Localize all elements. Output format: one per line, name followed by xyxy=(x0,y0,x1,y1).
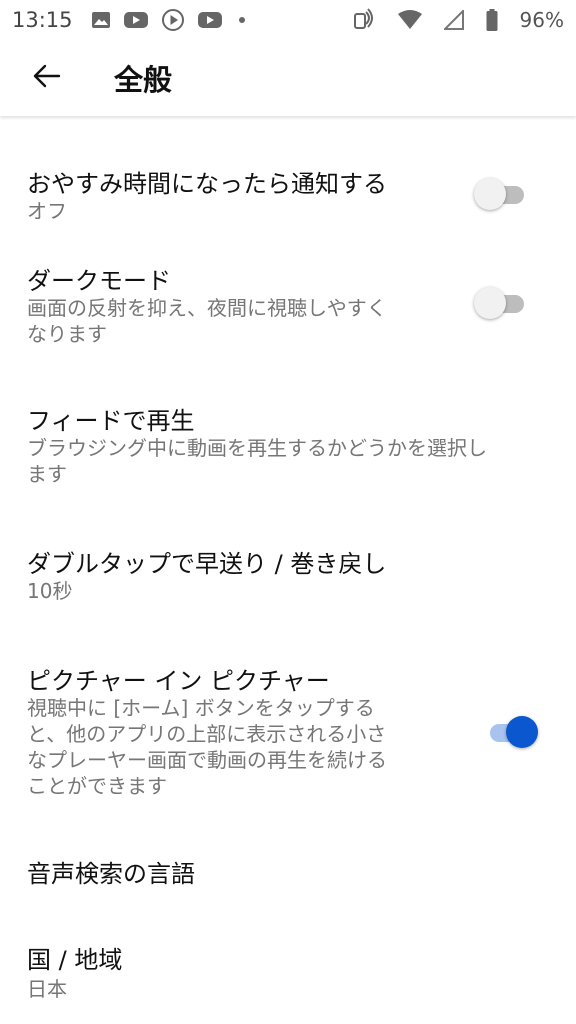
setting-bedtime-reminder[interactable]: おやすみ時間になったら通知する オフ xyxy=(0,140,576,240)
battery-icon xyxy=(486,9,498,31)
setting-title: ダークモード xyxy=(27,267,171,295)
setting-subtitle: 10秒 xyxy=(27,579,73,603)
setting-picture-in-picture[interactable]: ピクチャー イン ピクチャー 視聴中に [ホーム] ボタンをタップする と、他の… xyxy=(0,650,576,810)
youtube-icon xyxy=(197,10,223,30)
image-icon xyxy=(91,10,111,30)
setting-title: 国 / 地域 xyxy=(27,946,123,974)
setting-title: ピクチャー イン ピクチャー xyxy=(27,667,330,695)
setting-title: 音声検索の言語 xyxy=(27,860,195,888)
youtube-icon xyxy=(123,10,149,30)
setting-double-tap-seek[interactable]: ダブルタップで早送り / 巻き戻し 10秒 xyxy=(0,533,576,623)
dark-mode-toggle[interactable] xyxy=(474,285,530,319)
play-icon xyxy=(161,8,185,32)
page-title: 全般 xyxy=(114,63,173,97)
bedtime-reminder-toggle[interactable] xyxy=(474,176,530,210)
nfc-icon xyxy=(352,8,376,32)
setting-subtitle: 画面の反射を抑え、夜間に視聴しやすく なります xyxy=(27,296,387,346)
picture-in-picture-toggle[interactable] xyxy=(484,714,540,748)
setting-subtitle: 日本 xyxy=(27,977,67,1001)
cell-signal-icon xyxy=(443,10,464,30)
setting-voice-search-language[interactable]: 音声検索の言語 xyxy=(0,840,576,910)
setting-feed-playback[interactable]: フィードで再生 ブラウジング中に動画を再生するかどうかを選択し ます xyxy=(0,390,576,500)
setting-dark-mode[interactable]: ダークモード 画面の反射を抑え、夜間に視聴しやすく なります xyxy=(0,250,576,375)
toggle-thumb xyxy=(506,716,538,748)
status-bar: 13:15 96% xyxy=(0,0,576,40)
setting-subtitle: オフ xyxy=(27,199,67,223)
wifi-icon xyxy=(397,10,422,30)
setting-subtitle: 視聴中に [ホーム] ボタンをタップする と、他のアプリの上部に表示される小さ … xyxy=(27,696,387,798)
setting-country-region[interactable]: 国 / 地域 日本 xyxy=(0,928,576,1018)
setting-title: おやすみ時間になったら通知する xyxy=(27,170,387,198)
status-time: 13:15 xyxy=(12,8,73,32)
setting-title: フィードで再生 xyxy=(27,407,195,435)
app-bar: 全般 xyxy=(0,40,576,116)
dot-icon xyxy=(235,17,245,23)
back-button[interactable] xyxy=(0,40,92,116)
toggle-thumb xyxy=(474,287,506,319)
battery-percent: 96% xyxy=(519,8,564,32)
setting-title: ダブルタップで早送り / 巻き戻し xyxy=(27,550,387,578)
arrow-left-icon xyxy=(30,60,62,96)
setting-subtitle: ブラウジング中に動画を再生するかどうかを選択し ます xyxy=(27,436,487,486)
toggle-thumb xyxy=(474,178,506,210)
